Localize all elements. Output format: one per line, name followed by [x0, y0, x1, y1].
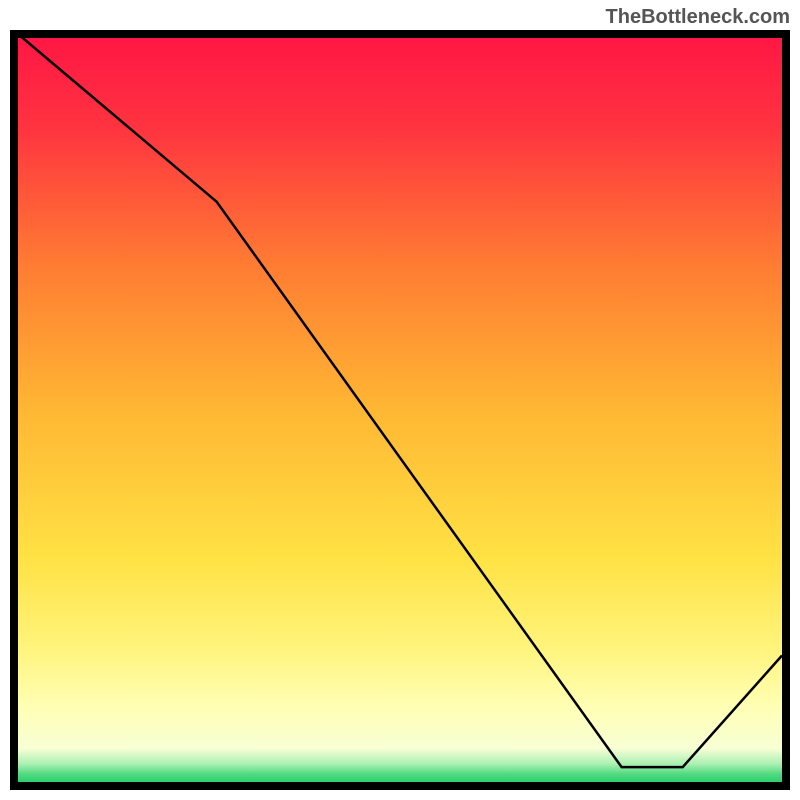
chart-background — [18, 38, 782, 782]
watermark-label: TheBottleneck.com — [606, 6, 790, 29]
chart-svg — [10, 30, 790, 790]
chart-frame — [10, 30, 790, 790]
chart-container: TheBottleneck.com — [0, 0, 800, 800]
